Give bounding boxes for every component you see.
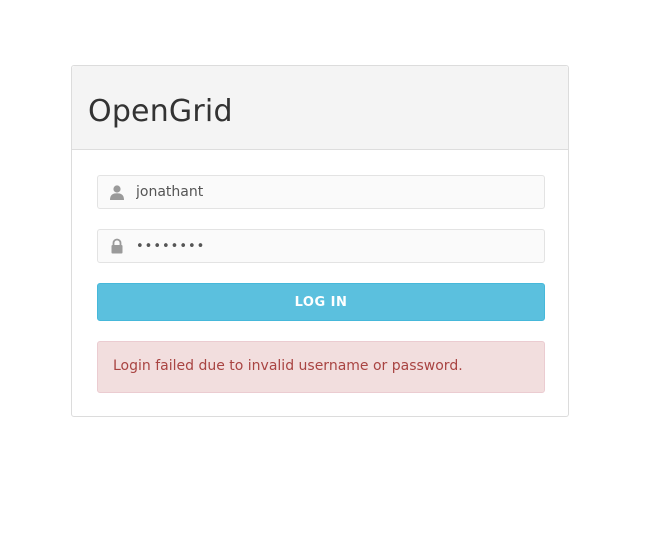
lock-icon: [109, 238, 125, 254]
username-field[interactable]: [97, 175, 545, 209]
username-input[interactable]: [136, 176, 536, 208]
password-input[interactable]: [136, 230, 536, 262]
password-field[interactable]: [97, 229, 545, 263]
login-button[interactable]: LOG IN: [97, 283, 545, 321]
app-title: OpenGrid: [88, 94, 233, 129]
alert-message: Login failed due to invalid username or …: [113, 358, 463, 374]
login-panel: OpenGrid LOG IN Login failed due to inva…: [71, 65, 569, 417]
user-icon: [109, 184, 125, 200]
panel-header: OpenGrid: [72, 66, 568, 150]
login-error-alert: Login failed due to invalid username or …: [97, 341, 545, 393]
